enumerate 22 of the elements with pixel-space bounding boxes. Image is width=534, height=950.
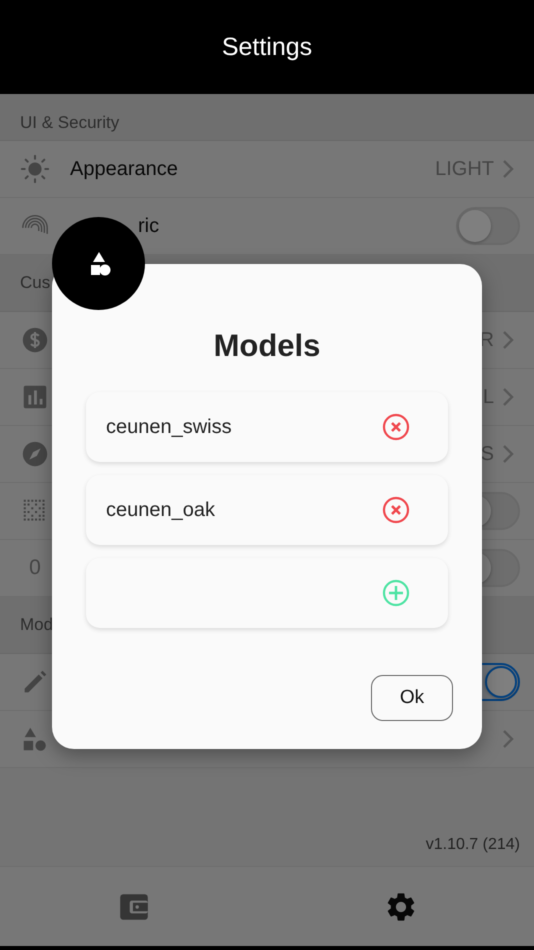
header-title: Settings [222, 32, 312, 62]
row-label: ric [137, 214, 160, 238]
dialog-title: Models [214, 328, 320, 364]
chevron-icon [502, 159, 514, 179]
chevron-icon [502, 444, 514, 464]
section-title: UI & Security [20, 113, 120, 132]
ok-button[interactable]: Ok [371, 675, 453, 721]
chevron-icon [502, 387, 514, 407]
chevron-icon [502, 729, 514, 749]
model-name: ceunen_swiss [106, 416, 233, 438]
chevron-icon [502, 330, 514, 350]
dollar-icon [20, 325, 50, 355]
compass-icon [20, 439, 50, 469]
model-name: ceunen_oak [106, 498, 216, 522]
section-title: Cus [20, 273, 50, 292]
section-title: Mod [20, 615, 54, 634]
version-text: v1.10.7 (214) [426, 836, 520, 853]
remove-icon[interactable] [382, 496, 410, 524]
row-label: Appearance [70, 158, 179, 180]
sun-icon [20, 154, 50, 184]
new-model-field[interactable] [86, 558, 448, 628]
remove-icon[interactable] [382, 413, 410, 441]
